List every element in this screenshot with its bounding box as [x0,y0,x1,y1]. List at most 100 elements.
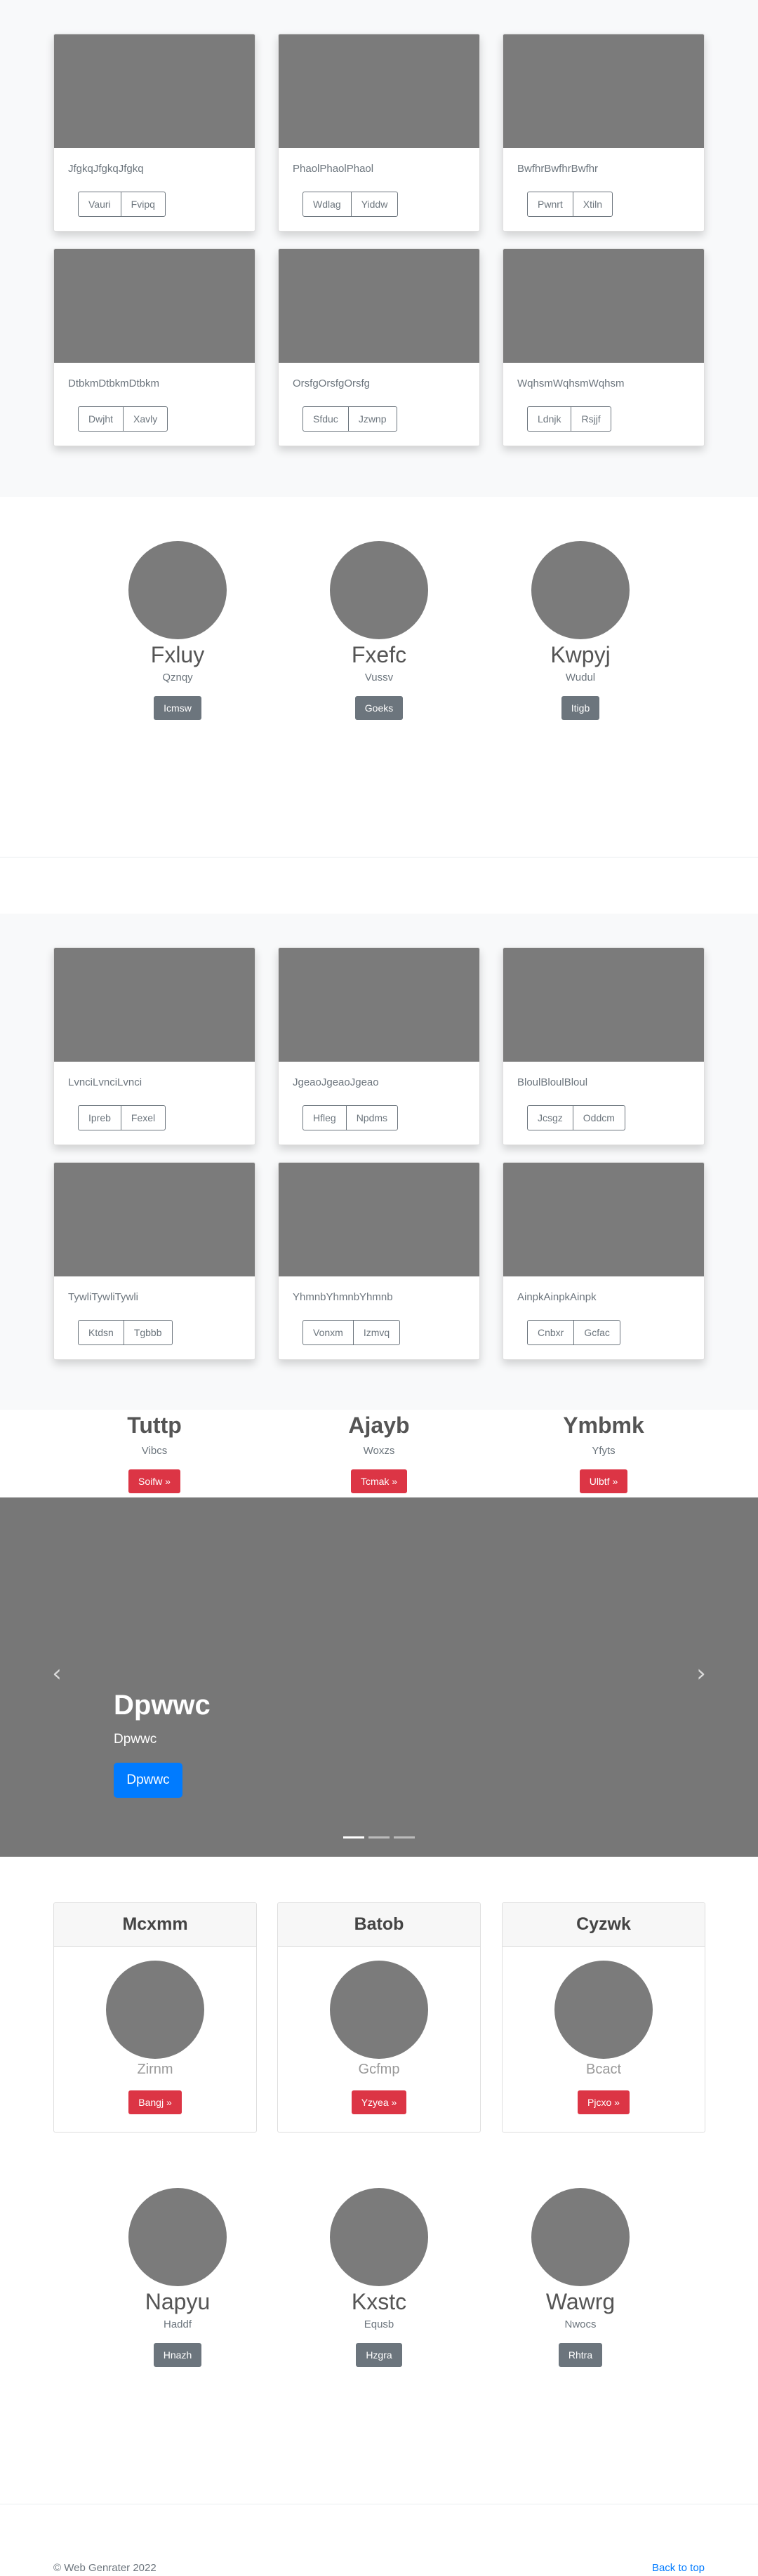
member-button[interactable]: Goeks [354,696,404,720]
gallery-section-top: JfgkqJfgkqJfgkq Vauri Fvipq PhaolPhaolPh… [0,0,758,497]
back-to-top-link[interactable]: Back to top [652,2562,705,2574]
card-button[interactable]: Ipreb [78,1105,121,1130]
card-button[interactable]: Fvipq [120,192,166,217]
team-member: Napyu Haddf Hnazh [93,2188,262,2367]
profile-card: Cyzwk Bcact Pjcxo » [502,1902,705,2133]
avatar [330,2188,428,2286]
card-button[interactable]: Rsjjf [571,406,611,432]
avatar [330,1961,428,2059]
profile-card-button[interactable]: Bangj » [128,2090,182,2114]
card-image-placeholder [279,34,479,148]
profile-card-button-wrap: Pjcxo » [503,2078,705,2114]
team-member: Wawrg Nwocs Rhtra [496,2188,665,2367]
carousel-title: Dpwwc [114,1690,211,1721]
card-title: JfgkqJfgkqJfgkq [68,163,144,175]
feature-subtitle: Vibcs [141,1445,168,1457]
member-button[interactable]: Rhtra [558,2343,603,2367]
profile-card-header: Cyzwk [503,1903,705,1947]
profile-card-subtitle: Gcfmp [358,2062,400,2077]
feature-button[interactable]: Ulbtf » [579,1469,628,1493]
card-button-group: Ktdsn Tgbbb [78,1320,173,1345]
member-name: Kxstc [351,2289,407,2314]
profile-card-button-wrap: Bangj » [54,2078,256,2114]
member-name: Wawrg [545,2289,616,2314]
card-title: TywliTywliTywli [68,1291,138,1303]
feature-button[interactable]: Tcmak » [350,1469,408,1493]
card-button[interactable]: Gcfac [573,1320,620,1345]
card-button[interactable]: Vonxm [302,1320,354,1345]
profile-card-header: Batob [278,1903,480,1947]
card-button[interactable]: Wdlag [302,192,352,217]
feature-title: Ymbmk [563,1413,644,1438]
card-button[interactable]: Hfleg [302,1105,347,1130]
member-button[interactable]: Hnazh [153,2343,202,2367]
card-image-placeholder [503,249,704,363]
card-button-group: Ldnjk Rsjjf [527,406,611,432]
card-image-placeholder [279,948,479,1062]
carousel-indicator[interactable] [343,1836,364,1838]
feature-title: Ajayb [348,1413,410,1438]
carousel-button[interactable]: Dpwwc [114,1763,182,1798]
footer: © Web Genrater 2022 Back to top [0,2504,758,2576]
card-title: JgeaoJgeaoJgeao [293,1076,379,1088]
card-button[interactable]: Npdms [345,1105,399,1130]
profile-card-subtitle: Zirnm [137,2062,173,2077]
card-button[interactable]: Vauri [78,192,121,217]
avatar [531,541,630,639]
card-title: DtbkmDtbkmDtbkm [68,378,160,389]
gallery-card: PhaolPhaolPhaol Wdlag Yiddw [278,34,480,232]
team-member: Kwpyj Wudul Itigb [496,541,665,720]
gallery-card: AinpkAinpkAinpk Cnbxr Gcfac [503,1162,705,1360]
card-button[interactable]: Oddcm [572,1105,625,1130]
card-button[interactable]: Sfduc [302,406,349,432]
copyright-text: © Web Genrater 2022 [53,2562,157,2574]
avatar [330,541,428,639]
card-button-group: Vauri Fvipq [78,192,166,217]
card-button-group: Vonxm Izmvq [302,1320,401,1345]
feature-title: Tuttp [127,1413,182,1438]
carousel-indicator[interactable] [368,1836,390,1838]
card-button[interactable]: Jzwnp [347,406,397,432]
card-title: OrsfgOrsfgOrsfg [293,378,371,389]
card-image-placeholder [503,1163,704,1276]
card-button[interactable]: Fexel [120,1105,166,1130]
card-button[interactable]: Xavly [123,406,168,432]
card-title: AinpkAinpkAinpk [517,1291,597,1303]
gallery-card: LvnciLvnciLvnci Ipreb Fexel [53,947,255,1145]
gallery-card: JgeaoJgeaoJgeao Hfleg Npdms [278,947,480,1145]
card-button[interactable]: Ldnjk [527,406,572,432]
card-button[interactable]: Izmvq [352,1320,401,1345]
member-subtitle: Haddf [163,2318,192,2330]
profile-card-button[interactable]: Pjcxo » [578,2090,630,2114]
profile-card-button[interactable]: Yzyea » [351,2090,407,2114]
gallery-card: YhmnbYhmnbYhmnb Vonxm Izmvq [278,1162,480,1360]
card-image-placeholder [54,34,255,148]
gallery-card: JfgkqJfgkqJfgkq Vauri Fvipq [53,34,255,232]
card-button[interactable]: Xtiln [572,192,613,217]
profile-card: Batob Gcfmp Yzyea » [277,1902,481,2133]
card-title: BwfhrBwfhrBwfhr [517,163,599,175]
member-button[interactable]: Hzgra [356,2343,402,2367]
team-member: Fxefc Vussv Goeks [295,541,463,720]
gallery-card: DtbkmDtbkmDtbkm Dwjht Xavly [53,248,255,446]
card-title: BloulBloulBloul [517,1076,588,1088]
carousel-next-icon[interactable]: › [691,1662,712,1686]
card-button[interactable]: Dwjht [78,406,124,432]
member-button[interactable]: Itigb [561,696,600,720]
card-button[interactable]: Jcsgz [527,1105,573,1130]
card-button[interactable]: Yiddw [350,192,399,217]
carousel-subtitle: Dpwwc [114,1732,157,1747]
card-button[interactable]: Cnbxr [527,1320,575,1345]
gallery-card: BloulBloulBloul Jcsgz Oddcm [503,947,705,1145]
feature-button[interactable]: Soifw » [128,1469,180,1493]
card-button[interactable]: Tgbbb [123,1320,173,1345]
card-button[interactable]: Pwnrt [527,192,573,217]
card-image-placeholder [54,249,255,363]
carousel-indicator[interactable] [394,1836,415,1838]
card-button[interactable]: Ktdsn [78,1320,124,1345]
member-button[interactable]: Icmsw [154,696,201,720]
card-title: YhmnbYhmnbYhmnb [293,1291,393,1303]
team-member: Kxstc Equsb Hzgra [295,2188,463,2367]
member-subtitle: Wudul [565,672,596,683]
carousel-prev-icon[interactable]: ‹ [46,1662,67,1686]
